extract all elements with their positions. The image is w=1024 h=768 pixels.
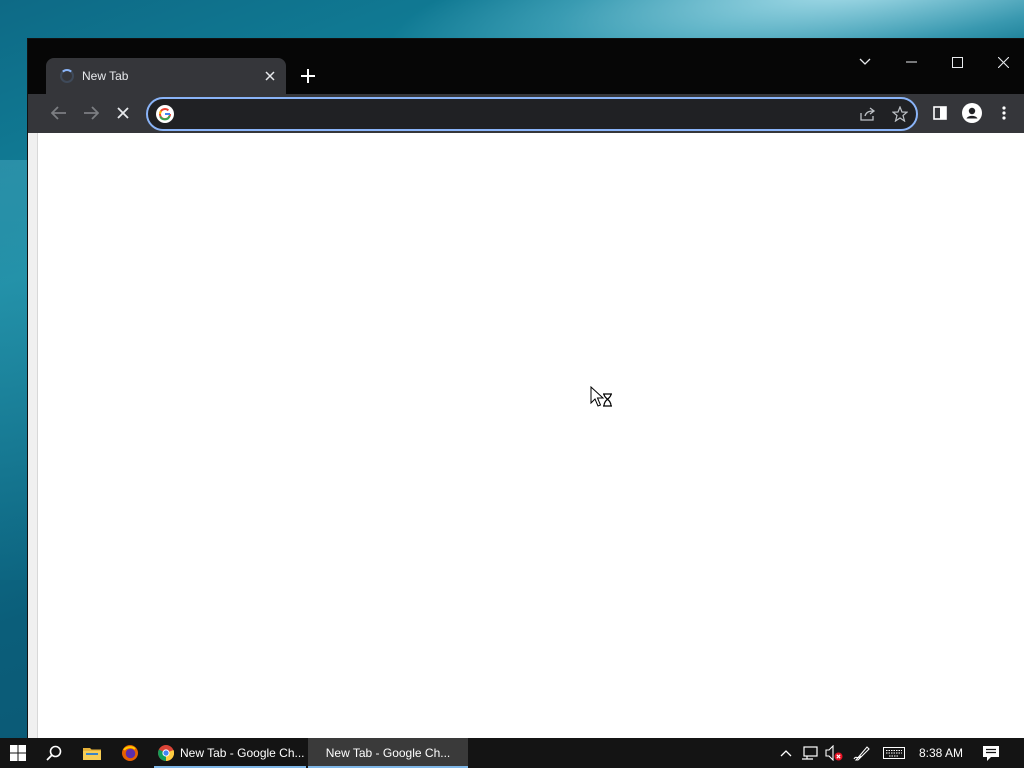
address-bar[interactable] (146, 97, 918, 131)
title-bar: New Tab (28, 39, 1024, 94)
file-explorer-button[interactable] (74, 738, 110, 768)
plus-icon (301, 69, 315, 83)
chrome-window: New Tab (28, 39, 1024, 740)
stop-loading-icon (117, 107, 129, 119)
profile-icon (962, 103, 982, 123)
network-icon (802, 746, 818, 760)
back-arrow-icon (51, 106, 66, 120)
profile-button[interactable] (957, 98, 987, 128)
taskbar-app-chrome-1[interactable]: New Tab - Google Ch... (154, 738, 306, 768)
windows-start-icon (10, 745, 26, 761)
volume-button[interactable] (822, 738, 846, 768)
chevron-down-icon (859, 58, 871, 65)
pen-workspace-button[interactable] (850, 738, 874, 768)
minimize-icon (905, 61, 917, 63)
notifications-icon (983, 745, 999, 761)
action-center-button[interactable] (978, 738, 1004, 768)
tab-close-button[interactable] (260, 66, 280, 86)
taskbar-clock[interactable]: 8:38 AM (912, 738, 970, 768)
search-icon (46, 745, 62, 761)
chrome-icon (158, 745, 174, 761)
side-panel-button[interactable] (925, 98, 955, 128)
forward-button[interactable] (76, 98, 106, 128)
stop-loading-button[interactable] (108, 98, 138, 128)
share-button[interactable] (856, 102, 880, 126)
page-content[interactable] (38, 133, 1024, 740)
toolbar (28, 94, 1024, 133)
bookmark-button[interactable] (888, 102, 912, 126)
taskbar-app-chrome-2[interactable]: New Tab - Google Ch... (308, 738, 468, 768)
more-vert-icon (1002, 106, 1006, 120)
taskbar: New Tab - Google Ch... New Tab - Google … (0, 738, 1024, 768)
window-left-edge (28, 133, 38, 740)
keyboard-icon (883, 747, 905, 759)
maximize-icon (951, 56, 963, 68)
taskbar-search-button[interactable] (36, 738, 72, 768)
maximize-button[interactable] (934, 47, 980, 77)
touch-keyboard-button[interactable] (880, 738, 908, 768)
show-hidden-icons-button[interactable] (776, 738, 796, 768)
address-input[interactable] (182, 104, 846, 126)
close-window-icon (997, 56, 1009, 68)
busy-cursor-icon (590, 385, 616, 415)
new-tab-button[interactable] (296, 64, 320, 88)
taskbar-app-label: New Tab - Google Ch... (180, 746, 305, 760)
network-button[interactable] (798, 738, 822, 768)
forward-arrow-icon (84, 106, 99, 120)
menu-button[interactable] (989, 98, 1019, 128)
pen-icon (853, 746, 870, 761)
start-button[interactable] (0, 738, 36, 768)
firefox-icon (122, 745, 138, 761)
star-icon (892, 106, 908, 122)
file-explorer-icon (83, 748, 101, 760)
google-icon (156, 105, 174, 123)
tab-new-tab[interactable]: New Tab (46, 58, 286, 94)
tab-search-button[interactable] (842, 47, 888, 77)
chevron-up-icon (780, 750, 792, 757)
taskbar-app-label: New Tab - Google Ch... (325, 746, 451, 760)
close-icon (265, 71, 275, 81)
back-button[interactable] (44, 98, 74, 128)
tab-title: New Tab (82, 69, 129, 83)
close-window-button[interactable] (980, 47, 1024, 77)
share-icon (860, 107, 876, 121)
volume-muted-icon (825, 745, 843, 761)
side-panel-icon (933, 106, 947, 120)
loading-spinner-icon (60, 69, 74, 83)
minimize-button[interactable] (888, 47, 934, 77)
firefox-button[interactable] (112, 738, 148, 768)
